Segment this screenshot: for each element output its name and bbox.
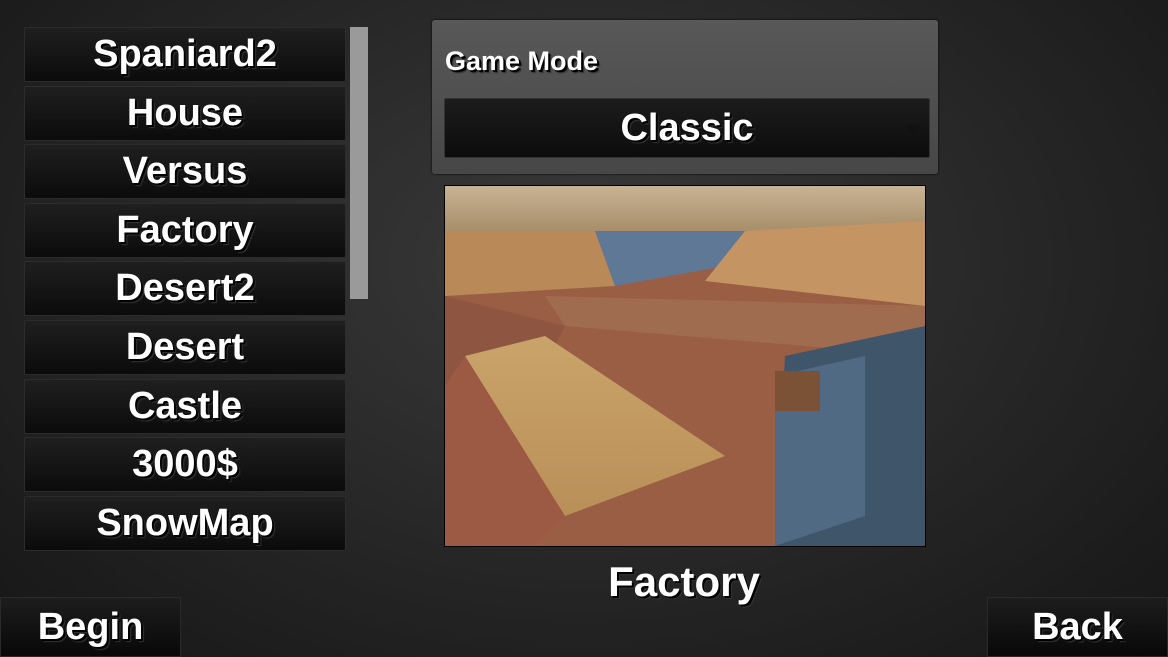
selected-map-name: Factory [608,558,760,605]
game-mode-label: Game Mode [445,46,599,76]
map-item-factory[interactable]: Factory [24,202,346,258]
game-mode-value: Classic [620,106,754,149]
game-mode-dropdown[interactable]: Classic [444,98,930,158]
map-list-scrollbar[interactable] [350,27,368,299]
map-item-spaniard2[interactable]: Spaniard2 [24,27,346,82]
back-button[interactable]: Back [987,597,1168,657]
map-item-desert[interactable]: Desert [24,320,346,375]
map-preview-image [444,185,926,547]
chevron-down-icon [905,125,921,135]
begin-button[interactable]: Begin [0,597,181,657]
map-item-desert2[interactable]: Desert2 [24,261,346,317]
map-item-house[interactable]: House [24,85,346,141]
map-item-castle[interactable]: Castle [24,378,346,434]
map-item-snowmap[interactable]: SnowMap [24,495,346,551]
map-item-versus[interactable]: Versus [24,144,346,200]
game-mode-panel: Game Mode Classic [432,20,938,174]
map-item-3000[interactable]: 3000$ [24,437,346,493]
